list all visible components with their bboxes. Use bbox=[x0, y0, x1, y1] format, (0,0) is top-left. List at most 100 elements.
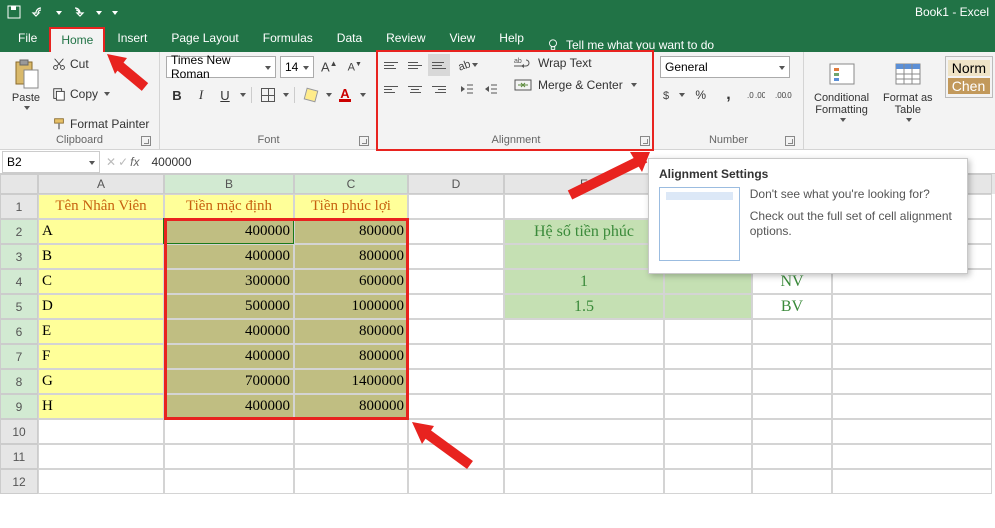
cell-C9[interactable]: 800000 bbox=[294, 394, 408, 419]
conditional-formatting-button[interactable]: Conditional Formatting bbox=[810, 56, 873, 132]
align-left-button[interactable] bbox=[380, 78, 402, 100]
style-chen[interactable]: Chen bbox=[948, 78, 990, 94]
fill-color-button[interactable] bbox=[300, 84, 322, 106]
italic-button[interactable]: I bbox=[190, 84, 212, 106]
cell-A12[interactable] bbox=[38, 469, 164, 494]
cell-B12[interactable] bbox=[164, 469, 294, 494]
tab-review[interactable]: Review bbox=[374, 25, 437, 52]
cancel-formula-icon[interactable]: ✕ bbox=[106, 155, 116, 169]
cell-A11[interactable] bbox=[38, 444, 164, 469]
alignment-dialog-launcher[interactable] bbox=[640, 136, 650, 146]
cell-H11[interactable] bbox=[832, 444, 992, 469]
redo-dropdown[interactable] bbox=[94, 5, 102, 19]
cell-F9[interactable] bbox=[664, 394, 752, 419]
percent-button[interactable]: % bbox=[688, 84, 714, 106]
row-header-2[interactable]: 2 bbox=[0, 219, 38, 244]
cell-E5[interactable]: 1.5 bbox=[504, 294, 664, 319]
cell-E4[interactable]: 1 bbox=[504, 269, 664, 294]
cell-B1[interactable]: Tiền mặc định bbox=[164, 194, 294, 219]
decrease-decimal-button[interactable]: .00.0 bbox=[771, 84, 797, 106]
cell-A7[interactable]: F bbox=[38, 344, 164, 369]
cell-H6[interactable] bbox=[832, 319, 992, 344]
comma-button[interactable]: , bbox=[716, 84, 742, 106]
cell-C12[interactable] bbox=[294, 469, 408, 494]
align-bottom-button[interactable] bbox=[428, 54, 450, 76]
cell-H9[interactable] bbox=[832, 394, 992, 419]
format-painter-button[interactable]: Format Painter bbox=[50, 116, 151, 132]
cell-C6[interactable]: 800000 bbox=[294, 319, 408, 344]
cell-H7[interactable] bbox=[832, 344, 992, 369]
cell-F10[interactable] bbox=[664, 419, 752, 444]
cell-A3[interactable]: B bbox=[38, 244, 164, 269]
orientation-button[interactable]: ab bbox=[456, 54, 478, 76]
cell-F11[interactable] bbox=[664, 444, 752, 469]
cell-D5[interactable] bbox=[408, 294, 504, 319]
decrease-indent-button[interactable] bbox=[456, 78, 478, 100]
cell-A9[interactable]: H bbox=[38, 394, 164, 419]
cell-E11[interactable] bbox=[504, 444, 664, 469]
cell-B11[interactable] bbox=[164, 444, 294, 469]
cell-B2[interactable]: 400000 bbox=[164, 219, 294, 244]
undo-dropdown[interactable] bbox=[54, 5, 62, 19]
style-normal[interactable]: Norm bbox=[948, 60, 990, 76]
cell-E8[interactable] bbox=[504, 369, 664, 394]
cell-C3[interactable]: 800000 bbox=[294, 244, 408, 269]
underline-button[interactable]: U bbox=[214, 84, 236, 106]
cell-D6[interactable] bbox=[408, 319, 504, 344]
clipboard-dialog-launcher[interactable] bbox=[141, 136, 151, 146]
row-header-3[interactable]: 3 bbox=[0, 244, 38, 269]
cell-H10[interactable] bbox=[832, 419, 992, 444]
cell-H8[interactable] bbox=[832, 369, 992, 394]
cell-B5[interactable]: 500000 bbox=[164, 294, 294, 319]
merge-center-button[interactable]: Merge & Center bbox=[510, 76, 641, 94]
number-dialog-launcher[interactable] bbox=[785, 136, 795, 146]
cell-A10[interactable] bbox=[38, 419, 164, 444]
cell-E7[interactable] bbox=[504, 344, 664, 369]
tab-file[interactable]: File bbox=[6, 25, 49, 52]
cell-B10[interactable] bbox=[164, 419, 294, 444]
cell-H12[interactable] bbox=[832, 469, 992, 494]
insert-function-button[interactable]: fx bbox=[130, 155, 139, 169]
cell-A8[interactable]: G bbox=[38, 369, 164, 394]
cell-E12[interactable] bbox=[504, 469, 664, 494]
cell-F8[interactable] bbox=[664, 369, 752, 394]
cell-C11[interactable] bbox=[294, 444, 408, 469]
font-color-button[interactable]: A bbox=[334, 84, 356, 106]
row-header-1[interactable]: 1 bbox=[0, 194, 38, 219]
row-header-11[interactable]: 11 bbox=[0, 444, 38, 469]
align-right-button[interactable] bbox=[428, 78, 450, 100]
increase-font-icon[interactable]: A▲ bbox=[318, 59, 341, 74]
paste-button[interactable]: Paste bbox=[6, 56, 46, 132]
row-header-6[interactable]: 6 bbox=[0, 319, 38, 344]
save-icon[interactable] bbox=[6, 4, 22, 20]
cell-G5[interactable]: BV bbox=[752, 294, 832, 319]
cell-D4[interactable] bbox=[408, 269, 504, 294]
cell-F5[interactable] bbox=[664, 294, 752, 319]
cell-G10[interactable] bbox=[752, 419, 832, 444]
align-top-button[interactable] bbox=[380, 54, 402, 76]
cell-D9[interactable] bbox=[408, 394, 504, 419]
row-header-4[interactable]: 4 bbox=[0, 269, 38, 294]
cell-H5[interactable] bbox=[832, 294, 992, 319]
cell-A2[interactable]: A bbox=[38, 219, 164, 244]
col-header-B[interactable]: B bbox=[164, 174, 294, 194]
cell-B4[interactable]: 300000 bbox=[164, 269, 294, 294]
col-header-D[interactable]: D bbox=[408, 174, 504, 194]
cell-C2[interactable]: 800000 bbox=[294, 219, 408, 244]
cell-C5[interactable]: 1000000 bbox=[294, 294, 408, 319]
format-as-table-button[interactable]: Format as Table bbox=[879, 56, 937, 132]
cell-B6[interactable]: 400000 bbox=[164, 319, 294, 344]
number-format-combo[interactable]: General bbox=[660, 56, 790, 78]
cell-E10[interactable] bbox=[504, 419, 664, 444]
cell-C8[interactable]: 1400000 bbox=[294, 369, 408, 394]
cell-B7[interactable]: 400000 bbox=[164, 344, 294, 369]
cell-C1[interactable]: Tiền phúc lợi bbox=[294, 194, 408, 219]
tab-help[interactable]: Help bbox=[487, 25, 536, 52]
cell-B3[interactable]: 400000 bbox=[164, 244, 294, 269]
tab-data[interactable]: Data bbox=[325, 25, 374, 52]
tab-home[interactable]: Home bbox=[49, 27, 105, 54]
col-header-A[interactable]: A bbox=[38, 174, 164, 194]
align-middle-button[interactable] bbox=[404, 54, 426, 76]
cell-D8[interactable] bbox=[408, 369, 504, 394]
cell-F7[interactable] bbox=[664, 344, 752, 369]
